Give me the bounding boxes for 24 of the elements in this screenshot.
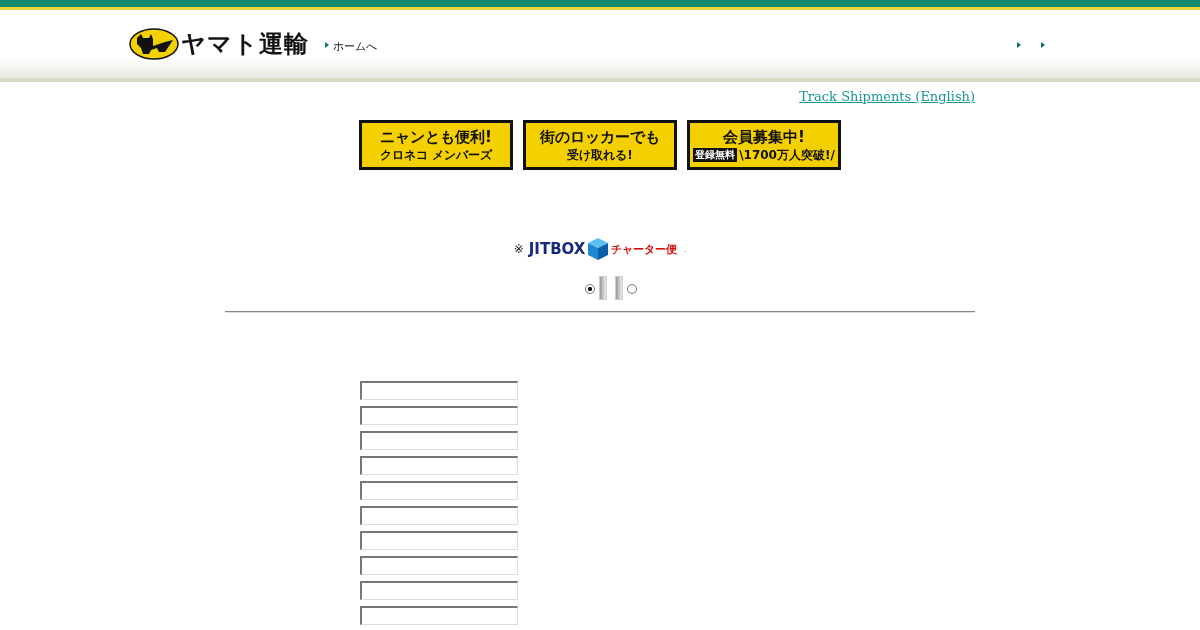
tracking-number-field[interactable] xyxy=(360,456,518,475)
tracking-number-field[interactable] xyxy=(360,531,518,550)
tracking-number-field[interactable] xyxy=(360,481,518,500)
home-link[interactable]: ホームへ xyxy=(325,38,377,54)
tracking-number-field[interactable] xyxy=(360,556,518,575)
radio-button[interactable] xyxy=(585,284,595,294)
period-text: . xyxy=(683,244,687,254)
cat-logo-icon xyxy=(129,28,179,60)
tracking-number-field[interactable] xyxy=(360,381,518,400)
cube-icon xyxy=(587,237,610,261)
tracking-number-field[interactable] xyxy=(360,431,518,450)
jitbox-logo-text: JITBOX xyxy=(528,240,586,258)
tracking-number-field[interactable] xyxy=(360,606,518,625)
tracking-number-field[interactable] xyxy=(360,506,518,525)
tracking-number-field[interactable] xyxy=(360,581,518,600)
tracking-number-field[interactable] xyxy=(360,406,518,425)
note-mark: ※ xyxy=(513,242,524,256)
promo-banner[interactable]: 街のロッカーでも 受け取れる! xyxy=(523,120,677,170)
promo-banner[interactable]: 会員募集中! 登録無料 \1700万人突破!/ xyxy=(687,120,841,170)
english-tracking-link[interactable]: Track Shipments (English) xyxy=(799,89,975,104)
promo-banner[interactable]: ニャンとも便利! クロネコ メンバーズ xyxy=(359,120,513,170)
charter-label: チャーター便 xyxy=(611,241,678,257)
radio-button[interactable] xyxy=(627,284,637,294)
company-logo-text: ヤマト運輸 xyxy=(181,29,309,60)
